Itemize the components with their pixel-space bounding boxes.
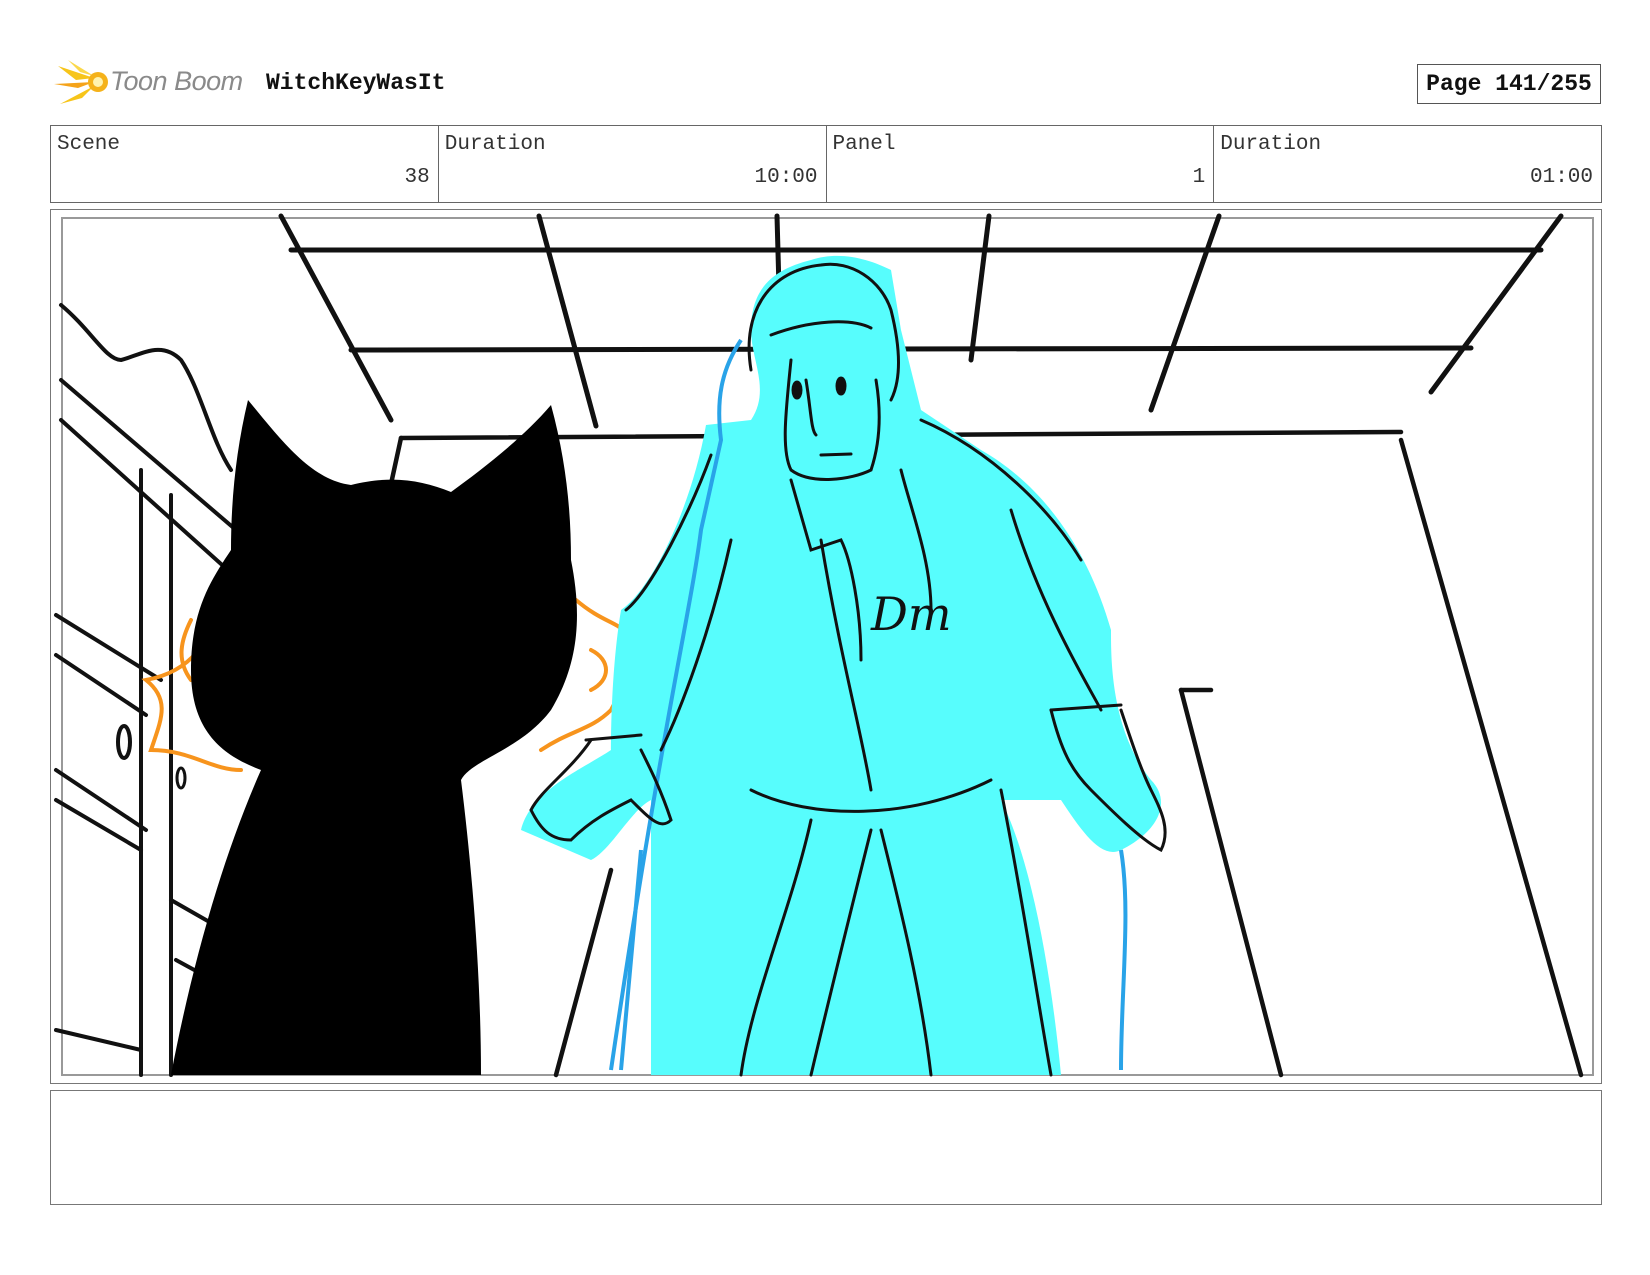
page-indicator: Page 141/255	[1417, 64, 1601, 104]
scene-info-table: Scene 38 Duration 10:00 Panel 1 Duration…	[50, 125, 1602, 203]
scene-label: Scene	[57, 133, 121, 156]
ceiling-grid	[278, 213, 1564, 429]
scene-duration-value: 10:00	[754, 166, 818, 189]
scene-cell: Scene 38	[51, 126, 439, 202]
panel-drawing: Dm	[54, 213, 1594, 1078]
panel-duration-cell: Duration 01:00	[1214, 126, 1601, 202]
scene-duration-label: Duration	[444, 133, 546, 156]
scene-duration-cell: Duration 10:00	[439, 126, 827, 202]
panel-duration-value: 01:00	[1529, 166, 1593, 189]
panel-value: 1	[1192, 166, 1206, 189]
panel-notes-box[interactable]	[50, 1090, 1602, 1205]
panel-cell: Panel 1	[827, 126, 1215, 202]
logo-wordmark: Toon Boom	[110, 66, 243, 96]
shirt-monogram: Dm	[870, 587, 952, 641]
blue-accents	[619, 849, 643, 1071]
storyboard-panel: Dm	[50, 209, 1602, 1084]
cyan-man: Dm	[521, 255, 1167, 1077]
scene-value: 38	[404, 166, 430, 189]
panel-label: Panel	[832, 133, 896, 156]
project-title: WitchKeyWasIt	[266, 70, 446, 96]
panel-duration-label: Duration	[1220, 133, 1322, 156]
cat-silhouette	[171, 400, 577, 1075]
